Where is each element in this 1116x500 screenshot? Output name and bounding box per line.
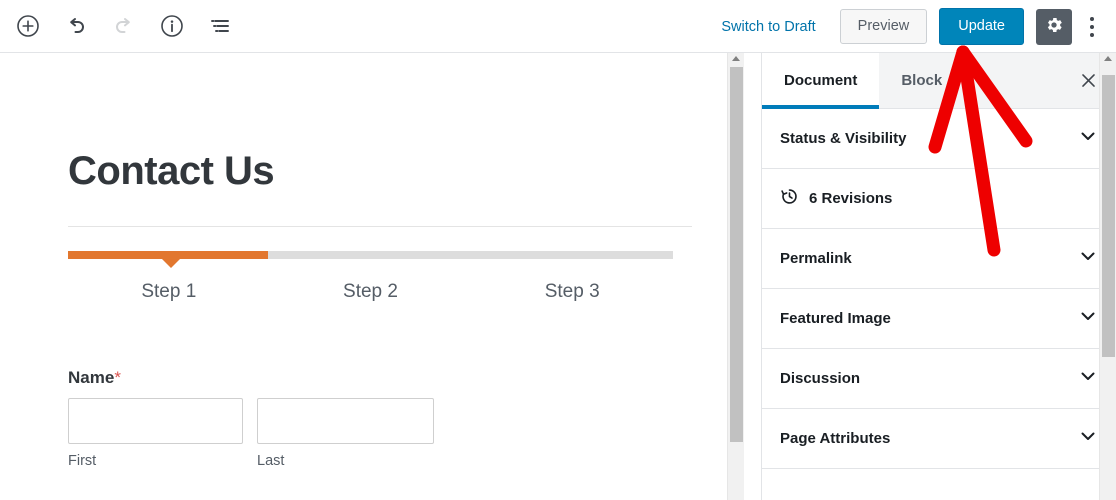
progress-pointer-icon bbox=[161, 259, 180, 268]
dot bbox=[1090, 32, 1094, 37]
canvas-scrollbar-thumb[interactable] bbox=[730, 67, 743, 442]
panel-featured-image[interactable]: Featured Image bbox=[762, 289, 1116, 349]
editor-header: Switch to Draft Preview Update bbox=[0, 0, 1116, 53]
update-button[interactable]: Update bbox=[939, 7, 1024, 46]
step-label-1[interactable]: Step 1 bbox=[68, 281, 270, 303]
progress-track bbox=[68, 251, 673, 268]
undo-icon[interactable] bbox=[58, 8, 94, 44]
scroll-up-arrow-icon[interactable] bbox=[732, 56, 740, 61]
header-right-actions: Switch to Draft Preview Update bbox=[711, 0, 1108, 53]
header-left-tools bbox=[0, 8, 238, 44]
form-progress-bar bbox=[68, 251, 673, 268]
revisions-clock-icon bbox=[780, 187, 799, 211]
panel-permalink[interactable]: Permalink bbox=[762, 229, 1116, 289]
switch-to-draft-link[interactable]: Switch to Draft bbox=[711, 13, 825, 41]
panel-status-and-visibility[interactable]: Status & Visibility bbox=[762, 109, 1116, 169]
panel-page-attributes[interactable]: Page Attributes bbox=[762, 409, 1116, 469]
name-inputs-row: First Last bbox=[68, 398, 434, 469]
list-view-icon[interactable] bbox=[202, 8, 238, 44]
tab-document[interactable]: Document bbox=[762, 53, 880, 109]
last-name-input[interactable] bbox=[257, 398, 434, 444]
progress-fill bbox=[68, 251, 268, 259]
form-field-name: Name* First Last bbox=[68, 368, 434, 469]
panel-title: Status & Visibility bbox=[780, 130, 907, 147]
dot bbox=[1090, 24, 1094, 29]
settings-button[interactable] bbox=[1036, 8, 1072, 45]
editor-canvas[interactable]: Contact Us Step 1 Step 2 Step 3 Name* Fi… bbox=[0, 53, 744, 500]
chevron-down-icon bbox=[1078, 366, 1098, 391]
settings-sidebar: Document Block Status & Visibility 6 Rev… bbox=[761, 53, 1116, 500]
first-name-input[interactable] bbox=[68, 398, 243, 444]
step-label-3[interactable]: Step 3 bbox=[471, 281, 673, 303]
revisions-label: 6 Revisions bbox=[809, 190, 893, 207]
panel-title: Discussion bbox=[780, 370, 861, 387]
field-label-text: Name bbox=[68, 368, 115, 387]
dot bbox=[1090, 16, 1094, 21]
last-name-group: Last bbox=[257, 398, 434, 469]
page-title[interactable]: Contact Us bbox=[68, 151, 275, 191]
sidebar-panels: Status & Visibility 6 Revisions Permalin… bbox=[762, 109, 1116, 469]
redo-icon bbox=[106, 8, 142, 44]
sidebar-scrollbar-thumb[interactable] bbox=[1102, 75, 1115, 357]
more-vertical-icon[interactable] bbox=[1076, 9, 1108, 45]
editor-body: Contact Us Step 1 Step 2 Step 3 Name* Fi… bbox=[0, 53, 1116, 500]
first-name-group: First bbox=[68, 398, 243, 469]
panel-title: Featured Image bbox=[780, 310, 891, 327]
panel-title: Permalink bbox=[780, 250, 852, 267]
wordpress-block-editor: Switch to Draft Preview Update Contact U… bbox=[0, 0, 1116, 500]
panel-discussion[interactable]: Discussion bbox=[762, 349, 1116, 409]
canvas-scrollbar[interactable] bbox=[727, 53, 744, 500]
chevron-down-icon bbox=[1078, 426, 1098, 451]
preview-button[interactable]: Preview bbox=[839, 8, 928, 45]
required-asterisk: * bbox=[114, 368, 121, 387]
gear-icon bbox=[1044, 15, 1064, 38]
add-block-icon[interactable] bbox=[10, 8, 46, 44]
scroll-up-arrow-icon[interactable] bbox=[1104, 56, 1112, 61]
panel-revisions[interactable]: 6 Revisions bbox=[762, 169, 1116, 229]
field-label: Name* bbox=[68, 368, 434, 388]
sidebar-tabs: Document Block bbox=[762, 53, 1116, 109]
sidebar-scrollbar[interactable] bbox=[1099, 53, 1116, 500]
step-label-2[interactable]: Step 2 bbox=[270, 281, 472, 303]
panel-title: Page Attributes bbox=[780, 430, 891, 447]
chevron-down-icon bbox=[1078, 306, 1098, 331]
first-name-sublabel: First bbox=[68, 453, 97, 469]
chevron-down-icon bbox=[1078, 246, 1098, 271]
title-divider bbox=[68, 226, 692, 227]
info-icon[interactable] bbox=[154, 8, 190, 44]
chevron-down-icon bbox=[1078, 126, 1098, 151]
form-steps: Step 1 Step 2 Step 3 bbox=[68, 281, 673, 303]
last-name-sublabel: Last bbox=[257, 453, 285, 469]
tab-block[interactable]: Block bbox=[879, 53, 964, 108]
